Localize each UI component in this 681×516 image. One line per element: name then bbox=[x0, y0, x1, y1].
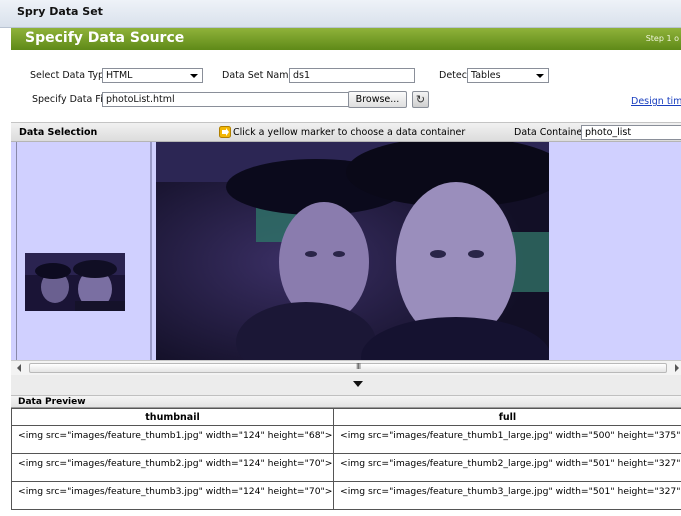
table-cell: <img src="images/feature_thumb1.jpg" wid… bbox=[11, 425, 334, 454]
table-cell: <img src="images/feature_thumb2_large.jp… bbox=[333, 453, 681, 482]
selection-hint: Click a yellow marker to choose a data c… bbox=[233, 127, 466, 138]
panel-splitter[interactable] bbox=[11, 375, 681, 395]
window-title: Spry Data Set bbox=[0, 0, 681, 28]
step-header: Specify Data Source Step 1 o bbox=[11, 28, 681, 50]
thumbnail-image[interactable] bbox=[25, 253, 125, 311]
data-selection-canvas[interactable] bbox=[11, 142, 681, 360]
data-type-label: Select Data Type bbox=[30, 70, 110, 81]
browse-button[interactable]: Browse... bbox=[348, 91, 407, 108]
table-cell: <img src="images/feature_thumb2.jpg" wid… bbox=[11, 453, 334, 482]
yellow-marker-icon bbox=[219, 126, 231, 138]
data-source-form: Select Data Type HTML Data Set Name ds1 … bbox=[11, 50, 681, 122]
table-row[interactable]: <img src="images/feature_thumb3.jpg" wid… bbox=[11, 481, 681, 510]
detect-value: Tables bbox=[471, 70, 501, 81]
data-selection-bar: Data Selection Click a yellow marker to … bbox=[11, 122, 681, 142]
step-title: Specify Data Source bbox=[25, 30, 185, 46]
data-preview-table: thumbnail full <img src="images/feature_… bbox=[11, 408, 681, 510]
table-cell: <img src="images/feature_thumb3_large.jp… bbox=[333, 481, 681, 510]
data-set-name-label: Data Set Name bbox=[222, 70, 295, 81]
data-type-value: HTML bbox=[106, 70, 133, 81]
column-header-thumbnail: thumbnail bbox=[11, 408, 334, 426]
refresh-button[interactable]: ↻ bbox=[412, 91, 429, 108]
full-image-column bbox=[156, 142, 681, 360]
thumbnail-column bbox=[16, 142, 152, 360]
chevron-down-icon bbox=[536, 74, 544, 78]
table-row[interactable]: <img src="images/feature_thumb1.jpg" wid… bbox=[11, 425, 681, 454]
horizontal-scrollbar[interactable]: III bbox=[11, 360, 681, 375]
scroll-left-icon[interactable] bbox=[17, 364, 21, 372]
design-time-link[interactable]: Design time f bbox=[631, 96, 681, 107]
data-preview-bar: Data Preview bbox=[11, 395, 681, 408]
data-preview-title: Data Preview bbox=[18, 397, 86, 407]
data-file-label: Specify Data File bbox=[32, 94, 112, 105]
full-image[interactable] bbox=[156, 142, 549, 360]
refresh-icon: ↻ bbox=[415, 93, 426, 106]
table-cell: <img src="images/feature_thumb1_large.jp… bbox=[333, 425, 681, 454]
scroll-right-icon[interactable] bbox=[675, 364, 679, 372]
data-set-name-input[interactable]: ds1 bbox=[289, 68, 415, 83]
data-containers-select[interactable]: photo_list bbox=[581, 125, 681, 140]
table-row[interactable]: <img src="images/feature_thumb2.jpg" wid… bbox=[11, 453, 681, 482]
data-containers-label: Data Containers bbox=[514, 127, 592, 138]
column-header-full: full bbox=[333, 408, 681, 426]
step-indicator: Step 1 o bbox=[645, 34, 679, 43]
scrollbar-grip: III bbox=[356, 362, 361, 371]
table-cell: <img src="images/feature_thumb3.jpg" wid… bbox=[11, 481, 334, 510]
data-type-select[interactable]: HTML bbox=[102, 68, 203, 83]
detect-label: Detect bbox=[439, 70, 471, 81]
chevron-down-icon bbox=[190, 74, 198, 78]
table-header-row: thumbnail full bbox=[11, 408, 681, 426]
scrollbar-thumb[interactable]: III bbox=[29, 362, 667, 373]
triangle-down-icon[interactable] bbox=[353, 381, 363, 387]
detect-select[interactable]: Tables bbox=[467, 68, 549, 83]
data-selection-title: Data Selection bbox=[19, 127, 98, 138]
data-file-input[interactable]: photoList.html bbox=[102, 92, 349, 107]
